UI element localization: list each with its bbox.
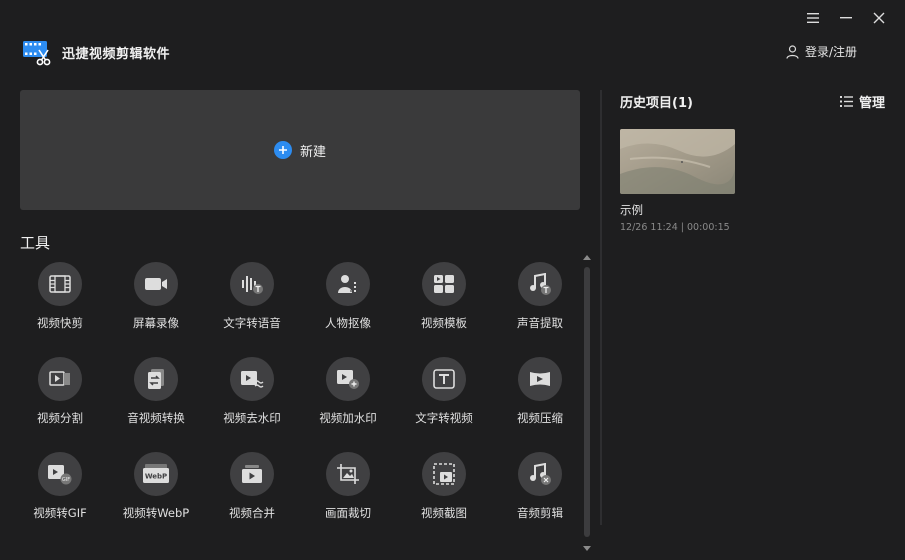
merge-icon bbox=[242, 465, 262, 483]
new-project-label: 新建 bbox=[299, 144, 326, 160]
history-project-item[interactable]: 示例 12/26 11:24 | 00:00:15 bbox=[620, 129, 735, 233]
close-icon[interactable] bbox=[862, 8, 895, 28]
tool-video-screenshot[interactable]: 视频截图 bbox=[396, 452, 492, 547]
tool-label: 人物抠像 bbox=[325, 316, 371, 330]
history-title: 历史项目(1) bbox=[620, 96, 693, 111]
tool-label: 视频去水印 bbox=[223, 411, 281, 425]
compress-icon bbox=[530, 372, 550, 386]
tool-av-convert[interactable]: 音视频转换 bbox=[108, 357, 204, 452]
tool-label: 文字转语音 bbox=[223, 316, 281, 330]
project-name: 示例 bbox=[620, 203, 643, 217]
webp-icon: WebP bbox=[143, 464, 169, 483]
svg-text:GIF: GIF bbox=[62, 477, 70, 483]
text-to-speech-icon bbox=[242, 276, 263, 294]
manage-button[interactable]: 管理 bbox=[839, 92, 885, 111]
text-to-video-icon bbox=[433, 369, 455, 389]
tool-label: 视频压缩 bbox=[517, 411, 563, 425]
tool-label: 音频剪辑 bbox=[517, 506, 563, 520]
tool-label: 文字转视频 bbox=[415, 411, 473, 425]
tool-label: 视频截图 bbox=[421, 506, 467, 520]
project-thumbnail[interactable] bbox=[620, 129, 735, 194]
tools-scrollbar[interactable] bbox=[582, 255, 592, 551]
split-icon bbox=[49, 371, 70, 386]
svg-text:WebP: WebP bbox=[145, 473, 167, 481]
camera-icon bbox=[145, 278, 167, 290]
tool-label: 视频加水印 bbox=[319, 411, 377, 425]
tool-label: 视频快剪 bbox=[37, 316, 83, 330]
tool-label: 视频分割 bbox=[37, 411, 83, 425]
app-title: 迅捷视频剪辑软件 bbox=[62, 46, 171, 62]
tool-video-template[interactable]: 视频模板 bbox=[396, 262, 492, 357]
tool-person-cutout[interactable]: 人物抠像 bbox=[300, 262, 396, 357]
project-meta: 12/26 11:24 | 00:00:15 bbox=[620, 222, 730, 233]
tool-screen-record[interactable]: 屏幕录像 bbox=[108, 262, 204, 357]
tools-grid: 视频快剪 屏幕录像 文字转语音 人物抠像 视频模板 声音提取 视频分割 音视频转… bbox=[12, 262, 588, 547]
new-project-button[interactable]: 新建 bbox=[20, 90, 580, 210]
audio-cut-icon bbox=[530, 463, 551, 485]
scroll-up-arrow[interactable] bbox=[583, 255, 591, 260]
convert-icon bbox=[148, 369, 164, 389]
tool-audio-extract[interactable]: 声音提取 bbox=[492, 262, 588, 357]
clapperboard-scissors-icon bbox=[23, 41, 51, 66]
tool-remove-watermark[interactable]: 视频去水印 bbox=[204, 357, 300, 452]
template-icon bbox=[434, 275, 454, 293]
tool-crop[interactable]: 画面裁切 bbox=[300, 452, 396, 547]
crop-icon bbox=[337, 464, 359, 484]
tool-add-watermark[interactable]: 视频加水印 bbox=[300, 357, 396, 452]
login-button[interactable]: 登录/注册 bbox=[786, 43, 857, 60]
menu-icon[interactable] bbox=[796, 8, 829, 28]
minimize-icon[interactable] bbox=[829, 8, 862, 28]
remove-watermark-icon bbox=[241, 371, 264, 388]
manage-label: 管理 bbox=[858, 96, 885, 111]
tool-audio-cut[interactable]: 音频剪辑 bbox=[492, 452, 588, 547]
tool-video-split[interactable]: 视频分割 bbox=[12, 357, 108, 452]
window-controls bbox=[796, 8, 895, 28]
screenshot-icon bbox=[433, 463, 455, 485]
tool-video-to-gif[interactable]: GIF 视频转GIF bbox=[12, 452, 108, 547]
tool-label: 声音提取 bbox=[517, 316, 563, 330]
tools-title: 工具 bbox=[20, 234, 51, 252]
plus-icon bbox=[273, 141, 292, 159]
tool-video-compress[interactable]: 视频压缩 bbox=[492, 357, 588, 452]
tool-video-to-webp[interactable]: WebP 视频转WebP bbox=[108, 452, 204, 547]
app-logo: 迅捷视频剪辑软件 bbox=[22, 38, 170, 66]
audio-extract-icon bbox=[530, 273, 551, 295]
tool-label: 视频模板 bbox=[421, 316, 467, 330]
tool-label: 视频转GIF bbox=[33, 506, 87, 520]
panel-divider bbox=[600, 90, 602, 525]
scroll-thumb[interactable] bbox=[584, 267, 590, 537]
gif-icon: GIF bbox=[48, 465, 72, 485]
tool-video-quick-cut[interactable]: 视频快剪 bbox=[12, 262, 108, 357]
tool-label: 视频合并 bbox=[229, 506, 275, 520]
tool-label: 音视频转换 bbox=[127, 411, 185, 425]
scroll-down-arrow[interactable] bbox=[583, 546, 591, 551]
list-icon bbox=[839, 96, 853, 107]
tool-video-merge[interactable]: 视频合并 bbox=[204, 452, 300, 547]
login-label: 登录/注册 bbox=[804, 45, 857, 59]
tool-label: 画面裁切 bbox=[325, 506, 371, 520]
film-icon bbox=[49, 275, 71, 293]
tool-text-to-video[interactable]: 文字转视频 bbox=[396, 357, 492, 452]
person-cutout-icon bbox=[338, 275, 356, 293]
tool-text-to-speech[interactable]: 文字转语音 bbox=[204, 262, 300, 357]
add-watermark-icon bbox=[337, 370, 359, 389]
tool-label: 屏幕录像 bbox=[133, 316, 179, 330]
tool-label: 视频转WebP bbox=[122, 506, 190, 520]
user-icon bbox=[786, 44, 799, 59]
